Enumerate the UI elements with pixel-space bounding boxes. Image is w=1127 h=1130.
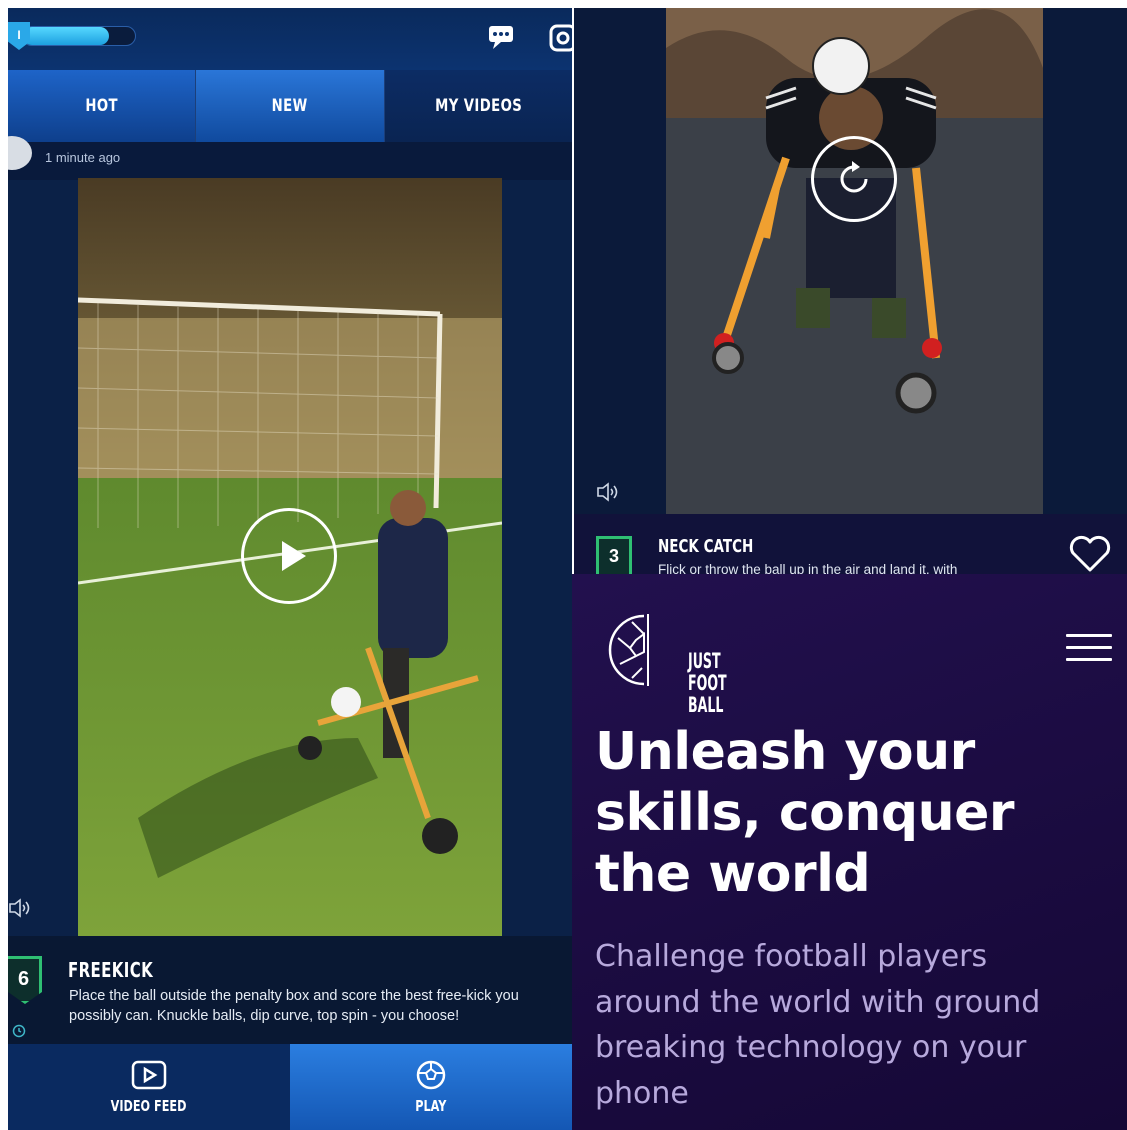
play-icon (282, 541, 306, 571)
hero-subtext: Challenge football players around the wo… (595, 939, 1041, 1111)
bottom-navigation: VIDEO FEED PLAY (8, 1044, 572, 1130)
post-meta: 1 minute ago (8, 136, 572, 180)
just-football-logo[interactable]: JUST FOOT BALL (608, 610, 727, 716)
replay-button[interactable] (811, 136, 897, 222)
challenge-description: Place the ball outside the penalty box a… (69, 988, 519, 1024)
tab-new[interactable]: NEW (196, 70, 385, 142)
challenge-number-badge: 3 (596, 536, 632, 574)
challenge-number-badge: 6 (8, 956, 42, 1004)
hamburger-menu-icon[interactable] (1066, 634, 1112, 664)
video-feed-screen: I HOT NEW MY VIDEOS 1 minute ago 6 FREEK… (8, 8, 572, 1130)
tab-hot[interactable]: HOT (8, 70, 197, 142)
logo-wordmark: JUST FOOT BALL (688, 649, 727, 717)
just-football-website: JUST FOOT BALL Unleash your skills, conq… (572, 574, 1127, 1130)
tab-my-videos[interactable]: MY VIDEOS (384, 70, 572, 142)
challenge-description: Flick or throw the ball up in the air an… (658, 562, 958, 574)
level-badge: I (8, 22, 30, 50)
challenge-card[interactable]: 3 NECK CATCH Flick or throw the ball up … (574, 514, 1127, 574)
volume-icon[interactable] (596, 480, 620, 504)
xp-progress-bar (22, 26, 136, 46)
replay-icon (840, 161, 868, 193)
neck-catch-screen: 3 NECK CATCH Flick or throw the ball up … (574, 8, 1127, 574)
nav-play-label: PLAY (415, 1097, 447, 1115)
avatar[interactable] (8, 136, 32, 170)
challenge-title: NECK CATCH (658, 536, 754, 557)
freekick-video[interactable] (78, 178, 502, 936)
post-timestamp: 1 minute ago (45, 150, 121, 165)
heart-icon[interactable] (1068, 534, 1112, 574)
neck-catch-video[interactable] (666, 8, 1043, 514)
football-logo-icon (608, 614, 649, 686)
challenge-card[interactable]: 6 FREEKICK Place the ball outside the pe… (8, 936, 572, 1044)
instagram-icon[interactable] (548, 24, 572, 52)
nav-video-feed[interactable]: VIDEO FEED (8, 1044, 290, 1130)
video-frame-image (666, 8, 1043, 514)
nav-video-feed-label: VIDEO FEED (111, 1097, 187, 1115)
challenge-title: FREEKICK (68, 958, 154, 982)
clock-icon (12, 1024, 26, 1038)
hero-headline: Unleash your skills, conquer the world (595, 722, 1015, 904)
football-icon (416, 1060, 446, 1090)
nav-play[interactable]: PLAY (290, 1044, 572, 1130)
xp-progress-fill (23, 27, 110, 45)
volume-icon[interactable] (8, 896, 32, 920)
feed-tabs: HOT NEW MY VIDEOS (8, 70, 572, 142)
top-bar: I (8, 8, 572, 70)
video-feed-icon (131, 1060, 167, 1090)
chat-icon[interactable] (485, 24, 517, 52)
play-button[interactable] (241, 508, 337, 604)
